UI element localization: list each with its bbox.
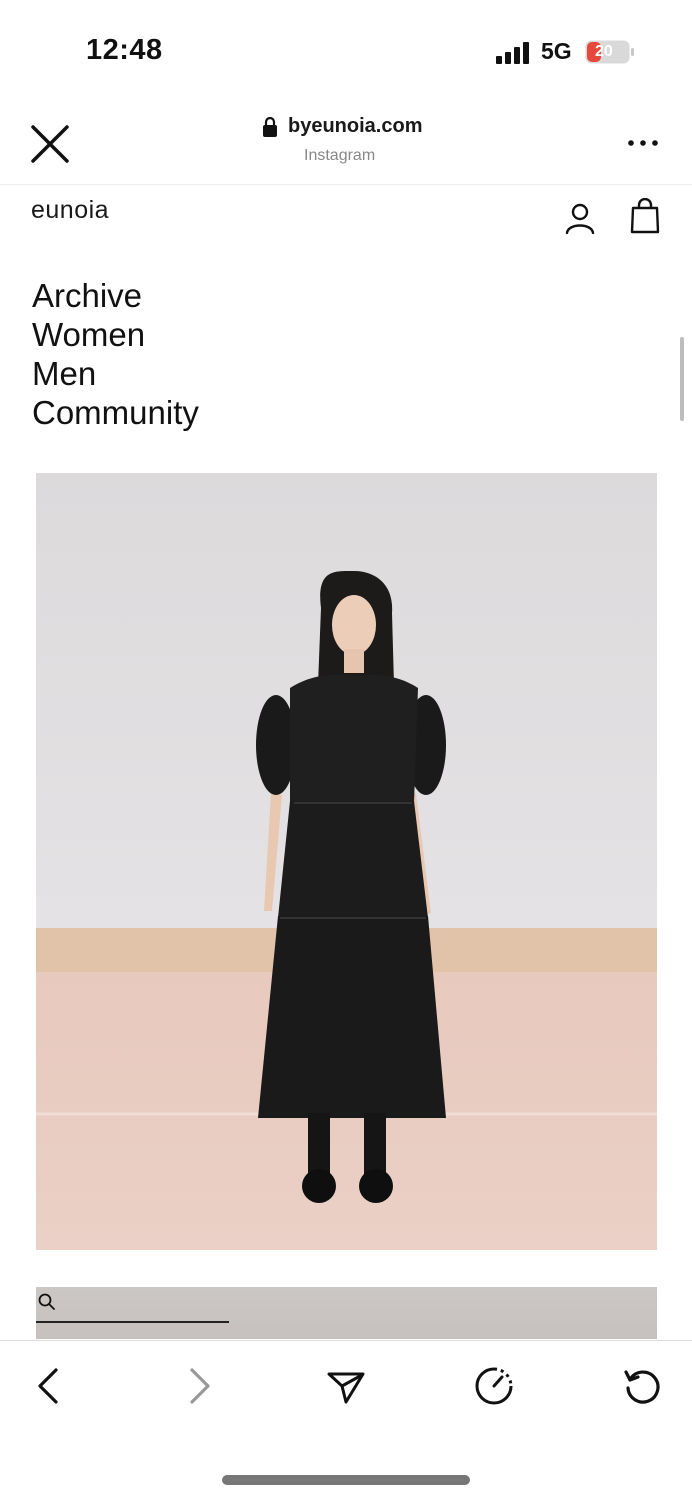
close-icon[interactable] [28,122,72,166]
status-time: 12:48 [86,34,163,66]
page-url[interactable]: byeunoia.com [288,115,422,138]
nav-item-community[interactable]: Community [32,393,199,432]
header-divider [0,184,692,185]
search-icon[interactable] [38,1293,56,1311]
search-underline [36,1321,229,1323]
main-nav: Archive Women Men Community [32,276,199,432]
product-photo[interactable] [36,473,657,1250]
speed-icon[interactable] [474,1366,514,1406]
battery-icon: 20 [585,40,635,64]
more-icon[interactable] [626,134,660,152]
search-bar[interactable] [36,1287,657,1339]
scroll-indicator[interactable] [680,337,684,421]
reload-icon[interactable] [622,1366,662,1406]
share-icon[interactable] [326,1366,366,1406]
shopping-bag-icon[interactable] [630,198,660,234]
back-icon[interactable] [30,1366,70,1406]
home-indicator[interactable] [222,1475,470,1485]
forward-icon[interactable] [178,1366,218,1406]
lock-icon [263,117,277,137]
account-icon[interactable] [565,202,595,234]
nav-item-women[interactable]: Women [32,315,199,354]
page-source: Instagram [304,147,376,164]
nav-item-archive[interactable]: Archive [32,276,199,315]
network-type: 5G [541,38,572,64]
nav-item-men[interactable]: Men [32,354,199,393]
signal-icon [496,42,529,64]
site-logo[interactable]: eunoia [31,196,109,225]
battery-level: 20 [595,43,613,60]
